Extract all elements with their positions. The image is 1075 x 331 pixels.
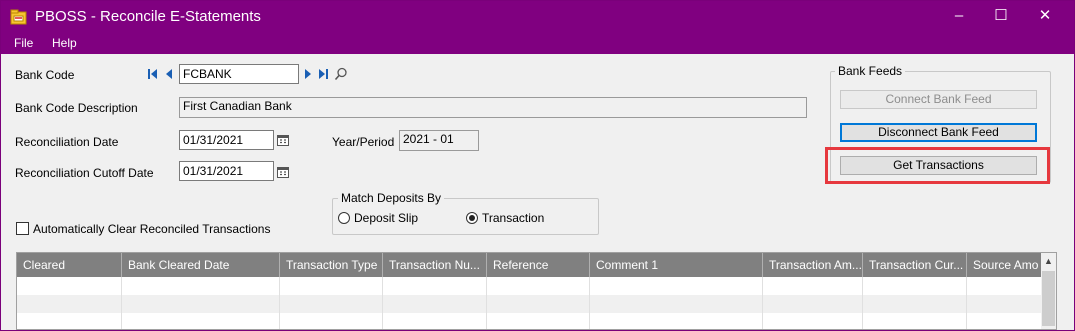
deposit-slip-label[interactable]: Deposit Slip	[354, 211, 418, 225]
scroll-up-arrow-icon[interactable]: ▲	[1041, 253, 1056, 270]
column-header-comment-1[interactable]: Comment 1	[590, 253, 763, 277]
column-header-cleared[interactable]: Cleared	[17, 253, 122, 277]
reconciliation-cutoff-date-input[interactable]: 01/31/2021	[179, 161, 274, 181]
last-record-icon[interactable]	[317, 68, 329, 83]
column-header-bank-cleared-date[interactable]: Bank Cleared Date	[122, 253, 280, 277]
column-header-transaction-number[interactable]: Transaction Nu...	[383, 253, 487, 277]
maximize-button[interactable]: ☐	[978, 1, 1024, 34]
menu-bar: File Help	[1, 34, 1074, 54]
minimize-button[interactable]: –	[936, 1, 982, 34]
reconciliation-date-input[interactable]: 01/31/2021	[179, 130, 274, 150]
vertical-scrollbar[interactable]: ▲	[1041, 253, 1056, 329]
radio-selected-dot	[469, 215, 475, 221]
column-header-transaction-amount[interactable]: Transaction Am...	[763, 253, 863, 277]
finder-magnifier-icon[interactable]	[334, 67, 348, 84]
highlight-annotation	[825, 147, 1050, 184]
bank-code-input[interactable]: FCBANK	[179, 64, 299, 84]
close-button[interactable]: ✕	[1022, 1, 1068, 34]
calendar-icon[interactable]	[277, 134, 289, 146]
grid-header: Cleared Bank Cleared Date Transaction Ty…	[17, 253, 1042, 277]
menu-help[interactable]: Help	[52, 36, 77, 50]
transactions-grid[interactable]: Cleared Bank Cleared Date Transaction Ty…	[16, 252, 1057, 330]
reconciliation-date-label: Reconciliation Date	[15, 135, 119, 149]
deposit-slip-radio[interactable]	[338, 212, 350, 224]
table-row[interactable]	[17, 295, 1042, 313]
disconnect-bank-feed-button[interactable]: Disconnect Bank Feed	[840, 123, 1037, 142]
calendar-icon[interactable]	[277, 166, 289, 178]
connect-bank-feed-button[interactable]: Connect Bank Feed	[840, 90, 1037, 109]
column-header-source-amount[interactable]: Source Amo	[967, 253, 1042, 277]
year-period-field: 2021 - 01	[399, 130, 479, 151]
transaction-radio-label[interactable]: Transaction	[482, 211, 544, 225]
auto-clear-checkbox[interactable]	[16, 222, 29, 235]
transaction-radio[interactable]	[466, 212, 478, 224]
table-row[interactable]	[17, 277, 1042, 295]
menu-file[interactable]: File	[14, 36, 33, 50]
auto-clear-label[interactable]: Automatically Clear Reconciled Transacti…	[33, 222, 270, 236]
app-icon	[10, 9, 27, 25]
column-header-reference[interactable]: Reference	[487, 253, 590, 277]
table-row[interactable]	[17, 313, 1042, 329]
bank-code-label: Bank Code	[15, 68, 75, 82]
window-title: PBOSS - Reconcile E-Statements	[35, 8, 261, 25]
scrollbar-thumb[interactable]	[1042, 271, 1055, 326]
next-record-icon[interactable]	[303, 68, 313, 83]
previous-record-icon[interactable]	[164, 68, 174, 83]
year-period-label: Year/Period	[332, 135, 395, 149]
column-header-transaction-currency[interactable]: Transaction Cur...	[863, 253, 967, 277]
first-record-icon[interactable]	[147, 68, 159, 83]
bank-feeds-title: Bank Feeds	[835, 64, 906, 78]
title-bar[interactable]: PBOSS - Reconcile E-Statements – ☐ ✕	[1, 1, 1074, 34]
match-deposits-title: Match Deposits By	[338, 191, 445, 205]
reconcile-e-statements-window: PBOSS - Reconcile E-Statements – ☐ ✕ Fil…	[0, 0, 1075, 331]
column-header-transaction-type[interactable]: Transaction Type	[280, 253, 383, 277]
reconciliation-cutoff-date-label: Reconciliation Cutoff Date	[15, 166, 154, 180]
bank-code-description-label: Bank Code Description	[15, 101, 138, 115]
bank-code-description-field: First Canadian Bank	[179, 97, 807, 118]
